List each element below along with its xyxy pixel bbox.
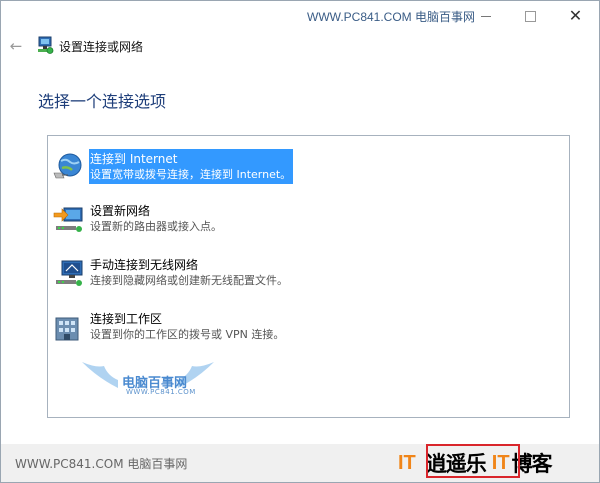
network-setup-icon xyxy=(38,36,54,54)
nav-title: 设置连接或网络 xyxy=(59,40,144,54)
wireless-network-icon xyxy=(56,260,83,286)
option-title: 手动连接到无线网络 xyxy=(90,258,199,272)
option-setup-new-network[interactable]: 设置新网络 设置新的路由器或接入点。 xyxy=(48,197,569,245)
logo-url: WWW.PC841.COM xyxy=(126,388,196,396)
option-manual-wireless[interactable]: 手动连接到无线网络 连接到隐藏网络或创建新无线配置文件。 xyxy=(48,251,569,299)
site-watermark: WWW.PC841.COM 电脑百事网 xyxy=(307,10,476,24)
maximize-icon xyxy=(525,10,536,22)
option-description: 设置宽带或拨号连接，连接到 Internet。 xyxy=(90,168,292,181)
option-description: 设置到你的工作区的拨号或 VPN 连接。 xyxy=(90,328,285,341)
close-button[interactable]: ✕ xyxy=(553,1,598,31)
site-logo-watermark: 电脑百事网 WWW.PC841.COM xyxy=(78,358,218,406)
option-title: 连接到 Internet xyxy=(90,152,178,166)
brand-it-left: IT xyxy=(398,451,416,474)
globe-internet-icon xyxy=(53,153,82,179)
option-connect-workplace[interactable]: 连接到工作区 设置到你的工作区的拨号或 VPN 连接。 xyxy=(48,305,569,353)
minimize-icon xyxy=(480,15,491,17)
page-heading: 选择一个连接选项 xyxy=(38,92,167,111)
close-icon: ✕ xyxy=(568,6,583,25)
workplace-icon xyxy=(55,317,79,341)
minimize-button[interactable] xyxy=(463,1,508,31)
option-connect-internet[interactable]: 连接到 Internet 设置宽带或拨号连接，连接到 Internet。 xyxy=(48,144,569,192)
brand-highlight-box xyxy=(426,444,520,478)
maximize-button[interactable] xyxy=(508,1,553,31)
option-title: 连接到工作区 xyxy=(90,312,163,326)
option-text: 设置新网络 设置新的路由器或接入点。 xyxy=(90,203,222,235)
option-text: 连接到工作区 设置到你的工作区的拨号或 VPN 连接。 xyxy=(90,311,284,343)
title-bar[interactable]: WWW.PC841.COM 电脑百事网 ✕ xyxy=(1,1,599,31)
setup-connection-window: WWW.PC841.COM 电脑百事网 ✕ ← 设置连接或网络 选择一个连接选项 xyxy=(0,0,600,483)
option-title: 设置新网络 xyxy=(90,204,151,218)
option-text: 连接到 Internet 设置宽带或拨号连接，连接到 Internet。 xyxy=(89,149,294,184)
option-text: 手动连接到无线网络 连接到隐藏网络或创建新无线配置文件。 xyxy=(90,257,288,289)
option-description: 连接到隐藏网络或创建新无线配置文件。 xyxy=(90,274,288,287)
option-description: 设置新的路由器或接入点。 xyxy=(90,220,222,233)
new-network-icon xyxy=(53,207,83,232)
connection-options-list: 连接到 Internet 设置宽带或拨号连接，连接到 Internet。 设置新… xyxy=(47,135,570,418)
back-arrow-icon[interactable]: ← xyxy=(7,37,25,55)
footer-watermark: WWW.PC841.COM 电脑百事网 xyxy=(15,457,188,471)
